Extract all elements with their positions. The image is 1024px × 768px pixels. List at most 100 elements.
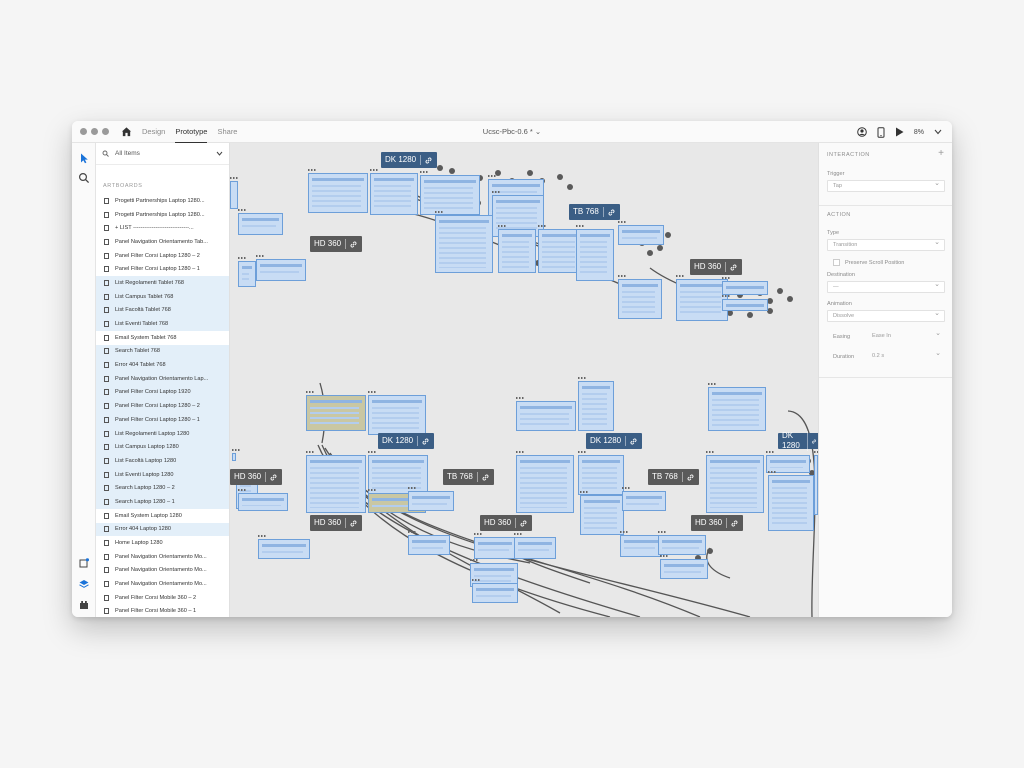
- artboard-menu-dots[interactable]: [492, 191, 500, 193]
- layers-icon[interactable]: [79, 579, 89, 589]
- artboard-thumbnail[interactable]: [660, 559, 708, 579]
- artboard-thumbnail[interactable]: [306, 455, 366, 513]
- minimize-window-button[interactable]: [91, 128, 98, 135]
- breakpoint-tag[interactable]: DK 1280: [378, 433, 435, 449]
- artboard-list-item[interactable]: Panel Filter Corsi Laptop 1280 – 2: [96, 249, 229, 263]
- artboard-thumbnail[interactable]: [578, 455, 624, 495]
- artboard-list-item[interactable]: List Facoltà Tablet 768: [96, 303, 229, 318]
- artboard-menu-dots[interactable]: [258, 535, 266, 537]
- artboard-menu-dots[interactable]: [766, 451, 774, 453]
- artboard-thumbnail[interactable]: [435, 215, 493, 273]
- preserve-scroll-checkbox[interactable]: [833, 259, 840, 266]
- artboard-thumbnail[interactable]: [618, 279, 662, 319]
- artboard-thumbnail[interactable]: [258, 539, 310, 559]
- artboard-thumbnail[interactable]: [722, 281, 768, 295]
- close-window-button[interactable]: [80, 128, 87, 135]
- artboard-thumbnail[interactable]: [238, 213, 283, 235]
- artboard-menu-dots[interactable]: [232, 449, 240, 451]
- zoom-level[interactable]: 8%: [914, 129, 924, 136]
- artboard-menu-dots[interactable]: [306, 391, 314, 393]
- artboard-list-item[interactable]: Panel Navigation Orientamento Mo...: [96, 550, 229, 564]
- artboard-menu-dots[interactable]: [238, 257, 246, 259]
- artboard-list-item[interactable]: Email System Laptop 1280: [96, 509, 229, 523]
- artboard-thumbnail[interactable]: [516, 401, 576, 431]
- user-avatar-icon[interactable]: [857, 127, 867, 137]
- artboard-thumbnail[interactable]: [230, 181, 238, 209]
- breakpoint-tag[interactable]: HD 360: [480, 515, 533, 531]
- breakpoint-tag[interactable]: HD 360: [230, 469, 283, 485]
- artboard-thumbnail[interactable]: [580, 495, 624, 535]
- artboard-menu-dots[interactable]: [578, 377, 586, 379]
- select-tool-icon[interactable]: [78, 152, 90, 164]
- artboard-menu-dots[interactable]: [472, 579, 480, 581]
- artboard-thumbnail[interactable]: [308, 173, 368, 213]
- artboard-thumbnail[interactable]: [706, 455, 764, 513]
- device-preview-icon[interactable]: [877, 126, 885, 138]
- trigger-select[interactable]: Tap: [827, 179, 945, 192]
- artboard-thumbnail[interactable]: [514, 537, 556, 559]
- home-icon[interactable]: [121, 126, 132, 137]
- tab-share[interactable]: Share: [217, 121, 237, 143]
- artboard-menu-dots[interactable]: [408, 531, 416, 533]
- breakpoint-tag[interactable]: DK 1280: [586, 433, 643, 449]
- artboard-menu-dots[interactable]: [435, 211, 443, 213]
- artboard-thumbnail[interactable]: [618, 225, 664, 245]
- breakpoint-tag[interactable]: HD 360: [310, 236, 363, 252]
- artboard-thumbnail[interactable]: [576, 229, 614, 281]
- tab-design[interactable]: Design: [142, 121, 165, 143]
- artboard-thumbnail[interactable]: [578, 381, 614, 431]
- artboard-thumbnail[interactable]: [368, 455, 428, 495]
- link-icon[interactable]: [730, 519, 739, 528]
- artboard-menu-dots[interactable]: [660, 555, 668, 557]
- artboard-thumbnail[interactable]: [498, 229, 536, 273]
- artboard-menu-dots[interactable]: [470, 559, 478, 561]
- artboard-list-item[interactable]: Error 404 Laptop 1280: [96, 522, 229, 537]
- artboard-list-item[interactable]: Search Laptop 1280 – 2: [96, 481, 229, 496]
- artboard-menu-dots[interactable]: [618, 221, 626, 223]
- artboard-thumbnail[interactable]: [676, 279, 728, 321]
- artboard-list-item[interactable]: Panel Navigation Orientamento Mo...: [96, 577, 229, 591]
- artboard-list-item[interactable]: Error 404 Tablet 768: [96, 358, 229, 372]
- artboard-list-item[interactable]: Progetti Partnerships Laptop 1280...: [96, 208, 229, 222]
- artboard-menu-dots[interactable]: [368, 391, 376, 393]
- breakpoint-tag[interactable]: DK 1280: [778, 431, 818, 451]
- link-icon[interactable]: [349, 519, 358, 528]
- link-icon[interactable]: [421, 437, 430, 446]
- artboard-list-item[interactable]: Panel Filter Corsi Mobile 360 – 1: [96, 605, 229, 617]
- artboard-list-item[interactable]: List Regolamenti Laptop 1280: [96, 426, 229, 441]
- artboard-menu-dots[interactable]: [488, 175, 496, 177]
- artboard-list-item[interactable]: Home Laptop 1280: [96, 536, 229, 550]
- artboard-list-item[interactable]: List Regolamenti Tablet 768: [96, 276, 229, 290]
- artboard-list-item[interactable]: List Eventi Laptop 1280: [96, 467, 229, 482]
- layers-search[interactable]: All Items: [96, 143, 229, 165]
- artboard-menu-dots[interactable]: [308, 169, 316, 171]
- artboard-thumbnail[interactable]: [622, 491, 666, 511]
- artboard-menu-dots[interactable]: [420, 171, 428, 173]
- artboard-menu-dots[interactable]: [368, 489, 376, 491]
- document-title[interactable]: Ucsc-Pbc-0.6 * ⌄: [483, 127, 541, 136]
- artboard-menu-dots[interactable]: [768, 471, 776, 473]
- artboard-menu-dots[interactable]: [706, 451, 714, 453]
- artboard-menu-dots[interactable]: [658, 531, 666, 533]
- link-icon[interactable]: [811, 437, 817, 446]
- artboard-thumbnail[interactable]: [306, 395, 366, 431]
- artboard-thumbnail[interactable]: [722, 299, 768, 311]
- artboard-menu-dots[interactable]: [538, 225, 546, 227]
- plugins-icon[interactable]: [79, 558, 89, 568]
- prototype-canvas[interactable]: DK 1280 TB 768 HD 360 HD 360 DK 1280 DK 1280 D…: [230, 143, 818, 617]
- artboard-menu-dots[interactable]: [708, 383, 716, 385]
- artboard-thumbnail[interactable]: [474, 537, 516, 559]
- link-icon[interactable]: [629, 437, 638, 446]
- artboard-menu-dots[interactable]: [238, 209, 246, 211]
- artboard-thumbnail[interactable]: [708, 387, 766, 431]
- artboard-thumbnail[interactable]: [658, 535, 706, 555]
- artboard-thumbnail[interactable]: [408, 491, 454, 511]
- artboard-list-item[interactable]: Search Tablet 768: [96, 344, 229, 359]
- artboard-thumbnail[interactable]: [238, 493, 288, 511]
- play-icon[interactable]: [895, 127, 904, 137]
- artboard-list-item[interactable]: Panel Navigation Orientamento Lap...: [96, 371, 229, 386]
- artboard-menu-dots[interactable]: [256, 255, 264, 257]
- artboard-thumbnail[interactable]: [768, 475, 814, 531]
- easing-select[interactable]: Ease In: [869, 328, 945, 342]
- artboard-list-item[interactable]: Panel Filter Corsi Laptop 1280 – 1: [96, 413, 229, 427]
